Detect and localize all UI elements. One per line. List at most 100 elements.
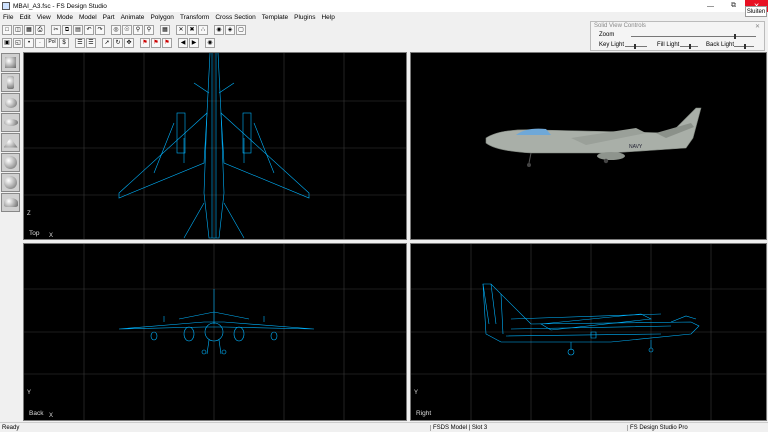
new-icon[interactable]: □ — [2, 24, 12, 35]
binoculars-icon[interactable]: ◉ — [205, 37, 215, 48]
solid-view-controls-title: Solid View Controls — [594, 23, 646, 29]
cylinder-icon[interactable] — [1, 73, 20, 92]
menu-template[interactable]: Template — [259, 14, 291, 21]
menu-part[interactable]: Part — [100, 14, 118, 21]
zoom-slider[interactable] — [631, 33, 756, 39]
shell-icon[interactable] — [1, 193, 20, 212]
sphere-icon[interactable] — [1, 93, 20, 112]
arrow-icon[interactable]: ➚ — [102, 37, 112, 48]
menu-animate[interactable]: Animate — [118, 14, 148, 21]
frame-icon[interactable]: ▣ — [2, 37, 12, 48]
fill-light-label: Fill Light — [657, 42, 680, 48]
slider-knob[interactable] — [633, 43, 636, 49]
prev-icon[interactable]: ◀ — [178, 37, 188, 48]
axis-vertical-label: Z — [27, 211, 31, 217]
scale-y-icon[interactable]: ✖ — [187, 24, 197, 35]
maximize-icon[interactable]: ⧉ — [722, 0, 745, 12]
menu-plugins[interactable]: Plugins — [291, 14, 318, 21]
back-light-label: Back Light — [706, 42, 735, 48]
move-icon[interactable]: ✥ — [124, 37, 134, 48]
menu-model[interactable]: Model — [76, 14, 100, 21]
disk-icon[interactable] — [1, 113, 20, 132]
axis-horizontal-label: X — [49, 413, 54, 419]
title-bar: MBAI_A3.fsc - FS Design Studio — ⧉ ✕ — [0, 0, 768, 12]
app-icon — [2, 2, 10, 10]
viewport-top-label: Top — [29, 230, 40, 237]
axis-vertical-label: Y — [27, 390, 32, 396]
torus-icon[interactable] — [1, 173, 20, 192]
dollar-icon[interactable]: $ — [59, 37, 69, 48]
aircraft-marking: NAVY — [629, 144, 643, 150]
eye-icon[interactable]: ◉ — [214, 24, 224, 35]
viewport-right[interactable]: Y Right — [410, 243, 767, 421]
slider-knob[interactable] — [733, 33, 736, 39]
copy-icon[interactable]: ⧉ — [62, 24, 72, 35]
sluiten-tooltip: Sluiten — [745, 6, 767, 17]
menu-view[interactable]: View — [34, 14, 54, 21]
menu-transform[interactable]: Transform — [177, 14, 212, 21]
viewport-top[interactable]: Z Top X — [23, 52, 407, 240]
menu-bar: File Edit View Mode Model Part Animate P… — [0, 12, 338, 22]
edit-toolbar: ▣ ◱ • ∙ Pol $ ☰ ☰ ➚ ↻ ✥ ⚑ ⚑ ⚑ ◀ ▶ ◉ — [2, 37, 215, 48]
menu-polygon[interactable]: Polygon — [147, 14, 177, 21]
select-icon[interactable]: ◎ — [111, 24, 121, 35]
cone-icon[interactable] — [1, 133, 20, 152]
print-icon[interactable]: ⎙ — [35, 24, 45, 35]
status-model: FSDS Model | Slot 3 — [430, 424, 487, 431]
viewport-right-label: Right — [416, 410, 432, 417]
menu-cross-section[interactable]: Cross Section — [212, 14, 258, 21]
paste-icon[interactable]: ▤ — [73, 24, 83, 35]
flag1-icon[interactable]: ⚑ — [140, 37, 150, 48]
viewport-back-label: Back — [29, 410, 44, 417]
back-light-slider[interactable] — [734, 43, 754, 49]
status-bar: Ready FSDS Model | Slot 3 FS Design Stud… — [0, 422, 768, 432]
open-icon[interactable]: ◫ — [13, 24, 23, 35]
redo-icon[interactable]: ↷ — [95, 24, 105, 35]
status-text: Ready — [2, 424, 20, 431]
axis-vertical-label: Y — [414, 390, 419, 396]
menu-edit[interactable]: Edit — [16, 14, 33, 21]
zoom-in-icon[interactable]: ⚲ — [133, 24, 143, 35]
dot-icon[interactable]: • — [24, 37, 34, 48]
poly-icon[interactable]: Pol — [46, 37, 58, 48]
wire-icon[interactable]: ▢ — [236, 24, 246, 35]
status-product: FS Design Studio Pro — [627, 424, 688, 431]
flag2-icon[interactable]: ⚑ — [151, 37, 161, 48]
rotate-icon[interactable]: ↻ — [113, 37, 123, 48]
flag3-icon[interactable]: ⚑ — [162, 37, 172, 48]
save-icon[interactable]: ▦ — [24, 24, 34, 35]
light-icon[interactable]: ☉ — [122, 24, 132, 35]
viewport-solid[interactable]: NAVY — [410, 52, 767, 240]
point-icon[interactable]: ∙ — [35, 37, 45, 48]
solid-view-controls: Solid View Controls ✕ Zoom Key Light Fil… — [590, 21, 765, 51]
list2-icon[interactable]: ☰ — [86, 37, 96, 48]
slider-knob[interactable] — [689, 43, 691, 49]
slider-knob[interactable] — [744, 43, 746, 49]
scale-z-icon[interactable]: ∴ — [198, 24, 208, 35]
main-toolbar: □ ◫ ▦ ⎙ ✂ ⧉ ▤ ↶ ↷ ◎ ☉ ⚲ ⚲ ▦ ✕ ✖ ∴ ◉ ◈ ▢ — [2, 24, 246, 35]
render-icon[interactable]: ◈ — [225, 24, 235, 35]
fill-light-slider[interactable] — [680, 43, 698, 49]
next-icon[interactable]: ▶ — [189, 37, 199, 48]
menu-help[interactable]: Help — [318, 14, 337, 21]
solid-aircraft-render: NAVY — [485, 107, 702, 167]
viewport-back[interactable]: Y Back X — [23, 243, 407, 421]
close-icon[interactable]: ✕ — [755, 23, 760, 30]
key-light-slider[interactable] — [625, 43, 647, 49]
grid-icon[interactable]: ▦ — [160, 24, 170, 35]
cut-icon[interactable]: ✂ — [51, 24, 61, 35]
cube-icon[interactable] — [1, 53, 20, 72]
hemisphere-icon[interactable] — [1, 153, 20, 172]
zoom-label: Zoom — [599, 32, 615, 38]
list-icon[interactable]: ☰ — [75, 37, 85, 48]
minimize-icon[interactable]: — — [699, 0, 722, 12]
window-title: MBAI_A3.fsc - FS Design Studio — [13, 2, 107, 10]
right-wireframe — [411, 244, 766, 420]
scale-x-icon[interactable]: ✕ — [176, 24, 186, 35]
primitives-toolbar — [1, 53, 21, 212]
menu-file[interactable]: File — [0, 14, 16, 21]
copy-part-icon[interactable]: ◱ — [13, 37, 23, 48]
menu-mode[interactable]: Mode — [54, 14, 76, 21]
zoom-out-icon[interactable]: ⚲ — [144, 24, 154, 35]
undo-icon[interactable]: ↶ — [84, 24, 94, 35]
